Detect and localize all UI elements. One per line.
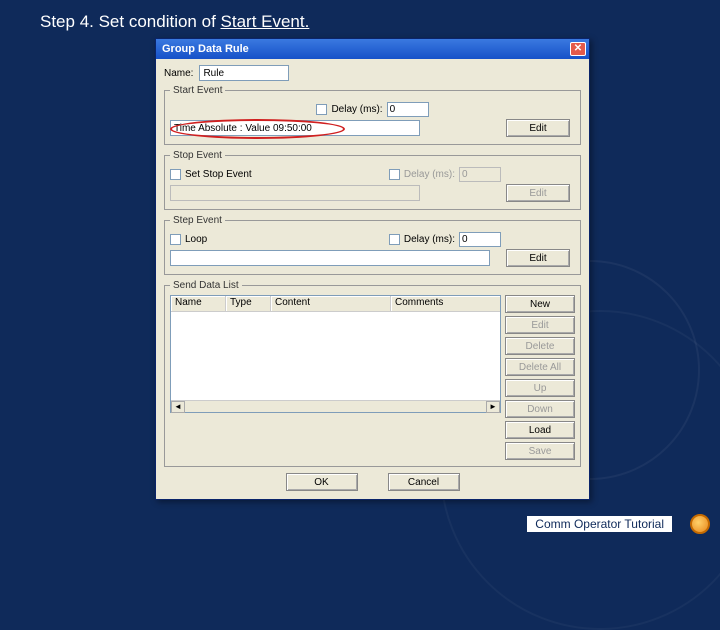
save-button: Save — [505, 442, 575, 460]
stop-delay-checkbox[interactable] — [389, 169, 400, 180]
delete-button: Delete — [505, 337, 575, 355]
footer-text: Comm Operator Tutorial — [527, 516, 672, 532]
delete-all-button: Delete All — [505, 358, 575, 376]
scroll-left-icon[interactable]: ◄ — [171, 401, 185, 413]
slide-title: Step 4. Set condition of Start Event. — [40, 12, 309, 32]
cancel-button[interactable]: Cancel — [388, 473, 460, 491]
start-event-edit-button[interactable]: Edit — [506, 119, 570, 137]
send-data-list-legend: Send Data List — [170, 280, 242, 291]
loop-label: Loop — [185, 234, 207, 245]
dialog-title: Group Data Rule — [162, 43, 249, 55]
stop-delay-input — [459, 167, 501, 182]
up-button: Up — [505, 379, 575, 397]
ok-button[interactable]: OK — [286, 473, 358, 491]
step-delay-label: Delay (ms): — [404, 234, 455, 245]
edit-button: Edit — [505, 316, 575, 334]
start-delay-label: Delay (ms): — [331, 104, 382, 115]
stop-event-condition — [170, 185, 420, 201]
load-button[interactable]: Load — [505, 421, 575, 439]
stop-event-edit-button: Edit — [506, 184, 570, 202]
step-delay-checkbox[interactable] — [389, 234, 400, 245]
down-button: Down — [505, 400, 575, 418]
step-event-group: Step Event Loop Delay (ms): Edit — [164, 215, 581, 275]
col-type[interactable]: Type — [226, 296, 271, 311]
new-button[interactable]: New — [505, 295, 575, 313]
col-name[interactable]: Name — [171, 296, 226, 311]
close-button[interactable]: ✕ — [570, 42, 586, 56]
listview-hscroll[interactable]: ◄ ► — [171, 400, 500, 412]
send-data-list-group: Send Data List Name Type Content Comment… — [164, 280, 581, 467]
start-delay-input[interactable] — [387, 102, 429, 117]
stop-event-legend: Stop Event — [170, 150, 225, 161]
listview-body[interactable] — [171, 312, 500, 400]
stop-event-group: Stop Event Set Stop Event Delay (ms): Ed… — [164, 150, 581, 210]
name-input[interactable] — [199, 65, 289, 81]
name-label: Name: — [164, 68, 193, 79]
listview-header: Name Type Content Comments — [171, 296, 500, 312]
step-delay-input[interactable] — [459, 232, 501, 247]
col-comments[interactable]: Comments — [391, 296, 500, 311]
col-content[interactable]: Content — [271, 296, 391, 311]
titlebar[interactable]: Group Data Rule ✕ — [156, 39, 589, 59]
loop-checkbox[interactable] — [170, 234, 181, 245]
step-event-condition — [170, 250, 490, 266]
start-event-group: Start Event Delay (ms): Time Absolute : … — [164, 85, 581, 145]
start-delay-checkbox[interactable] — [316, 104, 327, 115]
set-stop-event-label: Set Stop Event — [185, 169, 252, 180]
close-icon: ✕ — [574, 44, 582, 54]
slide-title-highlight: Start Event. — [221, 12, 310, 31]
scroll-right-icon[interactable]: ► — [486, 401, 500, 413]
set-stop-event-checkbox[interactable] — [170, 169, 181, 180]
step-event-edit-button[interactable]: Edit — [506, 249, 570, 267]
step-event-legend: Step Event — [170, 215, 225, 226]
slide-title-prefix: Step 4. Set condition of — [40, 12, 221, 31]
group-data-rule-dialog: Group Data Rule ✕ Name: Start Event Dela… — [155, 38, 590, 500]
stop-delay-label: Delay (ms): — [404, 169, 455, 180]
start-event-legend: Start Event — [170, 85, 225, 96]
logo-icon — [690, 514, 710, 534]
send-data-listview[interactable]: Name Type Content Comments ◄ ► — [170, 295, 501, 413]
start-event-condition: Time Absolute : Value 09:50:00 — [170, 120, 420, 136]
